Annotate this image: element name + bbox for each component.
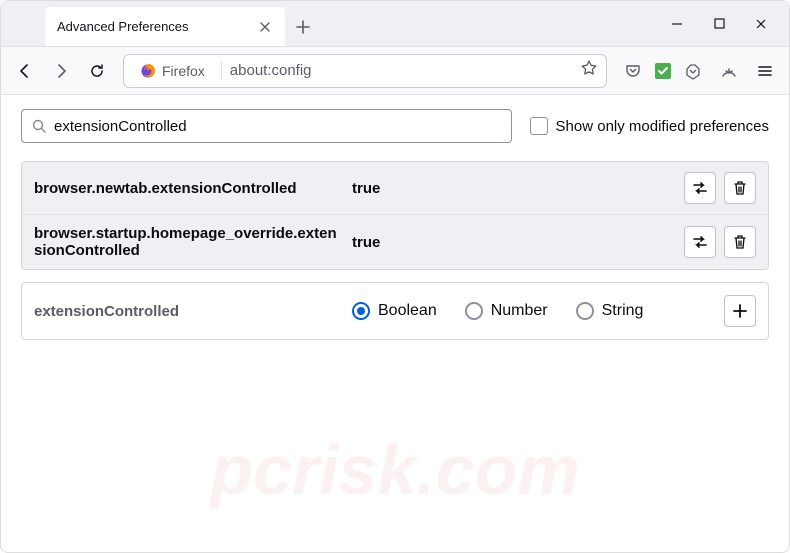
pref-name: browser.startup.homepage_override.extens… (34, 225, 344, 259)
toggle-button[interactable] (684, 226, 716, 258)
close-icon (260, 22, 270, 32)
pref-row: browser.newtab.extensionControlled true (22, 162, 768, 214)
pocket-icon (625, 63, 641, 79)
account-button[interactable] (677, 55, 709, 87)
site-identity[interactable]: Firefox (132, 61, 213, 81)
delete-button[interactable] (724, 172, 756, 204)
search-input[interactable] (54, 118, 501, 135)
show-modified-checkbox[interactable]: Show only modified preferences (530, 117, 769, 135)
radio-label: Number (491, 302, 548, 320)
search-row: Show only modified preferences (21, 109, 769, 143)
pref-value: true (352, 180, 676, 197)
browser-toolbar: Firefox (1, 47, 789, 95)
add-pref-name: extensionControlled (34, 303, 344, 320)
radio-icon (465, 302, 483, 320)
extension-button[interactable] (653, 61, 673, 81)
toggle-icon (691, 179, 709, 197)
watermark: pcrisk.com (115, 404, 675, 544)
firefox-icon (140, 63, 156, 79)
plus-icon (296, 20, 310, 34)
menu-button[interactable] (749, 55, 781, 87)
preferences-list: browser.newtab.extensionControlled true … (21, 161, 769, 270)
type-radio-group: Boolean Number String (352, 302, 716, 320)
radio-string[interactable]: String (576, 302, 644, 320)
search-box[interactable] (21, 109, 512, 143)
url-input[interactable] (230, 62, 572, 79)
radio-icon (352, 302, 370, 320)
pref-value: true (352, 234, 676, 251)
svg-text:pcrisk.com: pcrisk.com (208, 431, 580, 509)
delete-button[interactable] (724, 226, 756, 258)
reload-button[interactable] (81, 55, 113, 87)
toggle-button[interactable] (684, 172, 716, 204)
back-button[interactable] (9, 55, 41, 87)
new-tab-button[interactable] (289, 7, 317, 46)
reload-icon (89, 63, 105, 79)
identity-label: Firefox (162, 63, 205, 79)
hamburger-icon (757, 63, 773, 79)
close-tab-button[interactable] (257, 19, 273, 35)
radio-number[interactable]: Number (465, 302, 548, 320)
tab-title: Advanced Preferences (57, 19, 249, 34)
toggle-icon (691, 233, 709, 251)
arrow-left-icon (17, 63, 33, 79)
radio-icon (576, 302, 594, 320)
pref-name: browser.newtab.extensionControlled (34, 180, 344, 197)
radio-label: Boolean (378, 302, 437, 320)
extension-icon (654, 62, 672, 80)
titlebar: Advanced Preferences (1, 1, 789, 47)
maximize-icon (714, 18, 725, 29)
browser-tab[interactable]: Advanced Preferences (45, 7, 285, 46)
pocket-button[interactable] (617, 55, 649, 87)
divider (221, 62, 222, 80)
downloads-button[interactable] (713, 55, 745, 87)
plus-icon (732, 303, 748, 319)
radio-boolean[interactable]: Boolean (352, 302, 437, 320)
account-icon (684, 62, 702, 80)
close-icon (755, 18, 767, 30)
address-bar[interactable]: Firefox (123, 54, 607, 88)
pref-row: browser.startup.homepage_override.extens… (22, 214, 768, 269)
minimize-button[interactable] (657, 8, 697, 40)
star-icon (580, 59, 598, 77)
radio-label: String (602, 302, 644, 320)
window-controls (657, 1, 789, 46)
trash-icon (732, 180, 748, 196)
trash-icon (732, 234, 748, 250)
bookmark-button[interactable] (580, 59, 598, 82)
checkbox-icon (530, 117, 548, 135)
page-content: Show only modified preferences browser.n… (1, 95, 789, 354)
maximize-button[interactable] (699, 8, 739, 40)
add-button[interactable] (724, 295, 756, 327)
checkbox-label: Show only modified preferences (556, 118, 769, 135)
minimize-icon (671, 18, 683, 30)
gauge-icon (720, 62, 738, 80)
close-window-button[interactable] (741, 8, 781, 40)
forward-button[interactable] (45, 55, 77, 87)
arrow-right-icon (53, 63, 69, 79)
search-icon (32, 119, 46, 133)
add-pref-row: extensionControlled Boolean Number Strin… (21, 282, 769, 340)
